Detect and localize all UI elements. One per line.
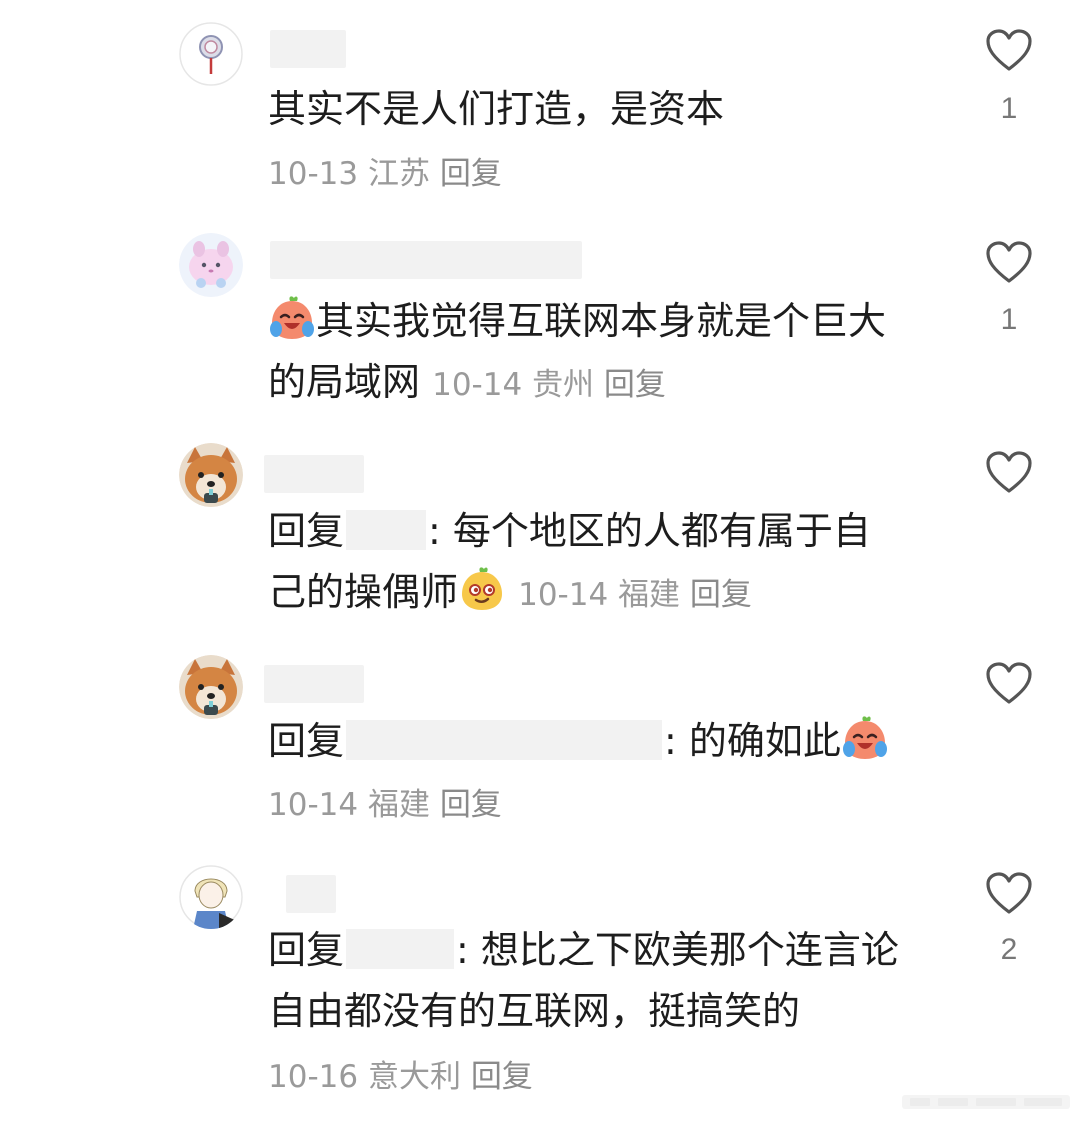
reply-button[interactable]: 回复 (440, 156, 502, 192)
username-redacted[interactable] (264, 455, 364, 493)
username-redacted[interactable] (286, 875, 336, 913)
reply-button[interactable]: 回复 (604, 367, 666, 403)
user-avatar[interactable] (179, 233, 243, 297)
comment-location: 江苏 (367, 156, 430, 192)
heart-outline-icon (986, 872, 1032, 914)
comment-date: 10-13 (268, 156, 359, 192)
avatar-anime-character-icon (179, 865, 243, 929)
avatar-shiba-dog-icon (179, 655, 243, 719)
like-button[interactable] (984, 240, 1034, 284)
mentioned-user-redacted[interactable] (346, 509, 427, 550)
heart-outline-icon (986, 29, 1032, 71)
comment-location: 贵州 (532, 367, 595, 403)
watermark-graphic (902, 1095, 1070, 1109)
comment-meta: 10-14 贵州 回复 (432, 367, 666, 403)
like-button[interactable] (984, 661, 1034, 705)
avatar-bunny-icon (179, 233, 243, 297)
reply-prefix: 回复 (268, 719, 345, 763)
heart-outline-icon (986, 241, 1032, 283)
user-avatar[interactable] (179, 865, 243, 929)
reply-prefix: 回复 (268, 509, 345, 553)
comment-text: 回复: 想比之下欧美那个连言论 自由都没有的互联网，挺搞笑的 (268, 928, 899, 1033)
laughing-crying-emoji-icon (841, 715, 889, 763)
reply-prefix: 回复 (268, 928, 345, 972)
mentioned-user-redacted[interactable] (346, 928, 455, 969)
avatar-shiba-dog-icon (179, 443, 243, 507)
comment-meta: 10-14 福建 回复 (518, 577, 752, 613)
mentioned-user-redacted[interactable] (346, 719, 663, 760)
avatar-lollipop-icon (179, 22, 243, 86)
username-redacted[interactable] (270, 241, 582, 279)
reply-button[interactable]: 回复 (690, 577, 752, 613)
comment-date: 10-14 (268, 787, 359, 823)
comment-meta: 10-13 江苏 回复 (268, 154, 502, 194)
reply-button[interactable]: 回复 (471, 1059, 533, 1095)
user-avatar[interactable] (179, 22, 243, 86)
heart-outline-icon (986, 451, 1032, 493)
like-button[interactable] (984, 871, 1034, 915)
username-redacted[interactable] (264, 665, 364, 703)
comment-text: 回复: 每个地区的人都有属于自 己的操偶师 10-14 福建 回复 (268, 509, 871, 614)
comment-date: 10-16 (268, 1059, 359, 1095)
username-redacted[interactable] (270, 30, 346, 68)
user-avatar[interactable] (179, 655, 243, 719)
comment-text: 其实我觉得互联网本身就是个巨大 的局域网 10-14 贵州 回复 (268, 291, 886, 416)
comment-date: 10-14 (432, 367, 523, 403)
comment-meta: 10-16 意大利 回复 (268, 1057, 533, 1097)
like-count: 2 (1000, 933, 1018, 966)
comment-text: 其实不是人们打造，是资本 (268, 87, 725, 131)
user-avatar[interactable] (179, 443, 243, 507)
comment-location: 意大利 (367, 1059, 461, 1095)
reply-button[interactable]: 回复 (440, 787, 502, 823)
comment-location: 福建 (618, 577, 681, 613)
laughing-crying-emoji-icon (268, 295, 316, 343)
like-count: 1 (1000, 92, 1018, 125)
like-button[interactable] (984, 450, 1034, 494)
heart-outline-icon (986, 662, 1032, 704)
comment-meta: 10-14 福建 回复 (268, 785, 502, 825)
comment-text: 回复: 的确如此 (268, 711, 889, 772)
like-button[interactable] (984, 28, 1034, 72)
comment-location: 福建 (367, 787, 430, 823)
smirk-emoji-icon (458, 566, 506, 614)
comment-date: 10-14 (518, 577, 609, 613)
like-count: 1 (1000, 303, 1018, 336)
